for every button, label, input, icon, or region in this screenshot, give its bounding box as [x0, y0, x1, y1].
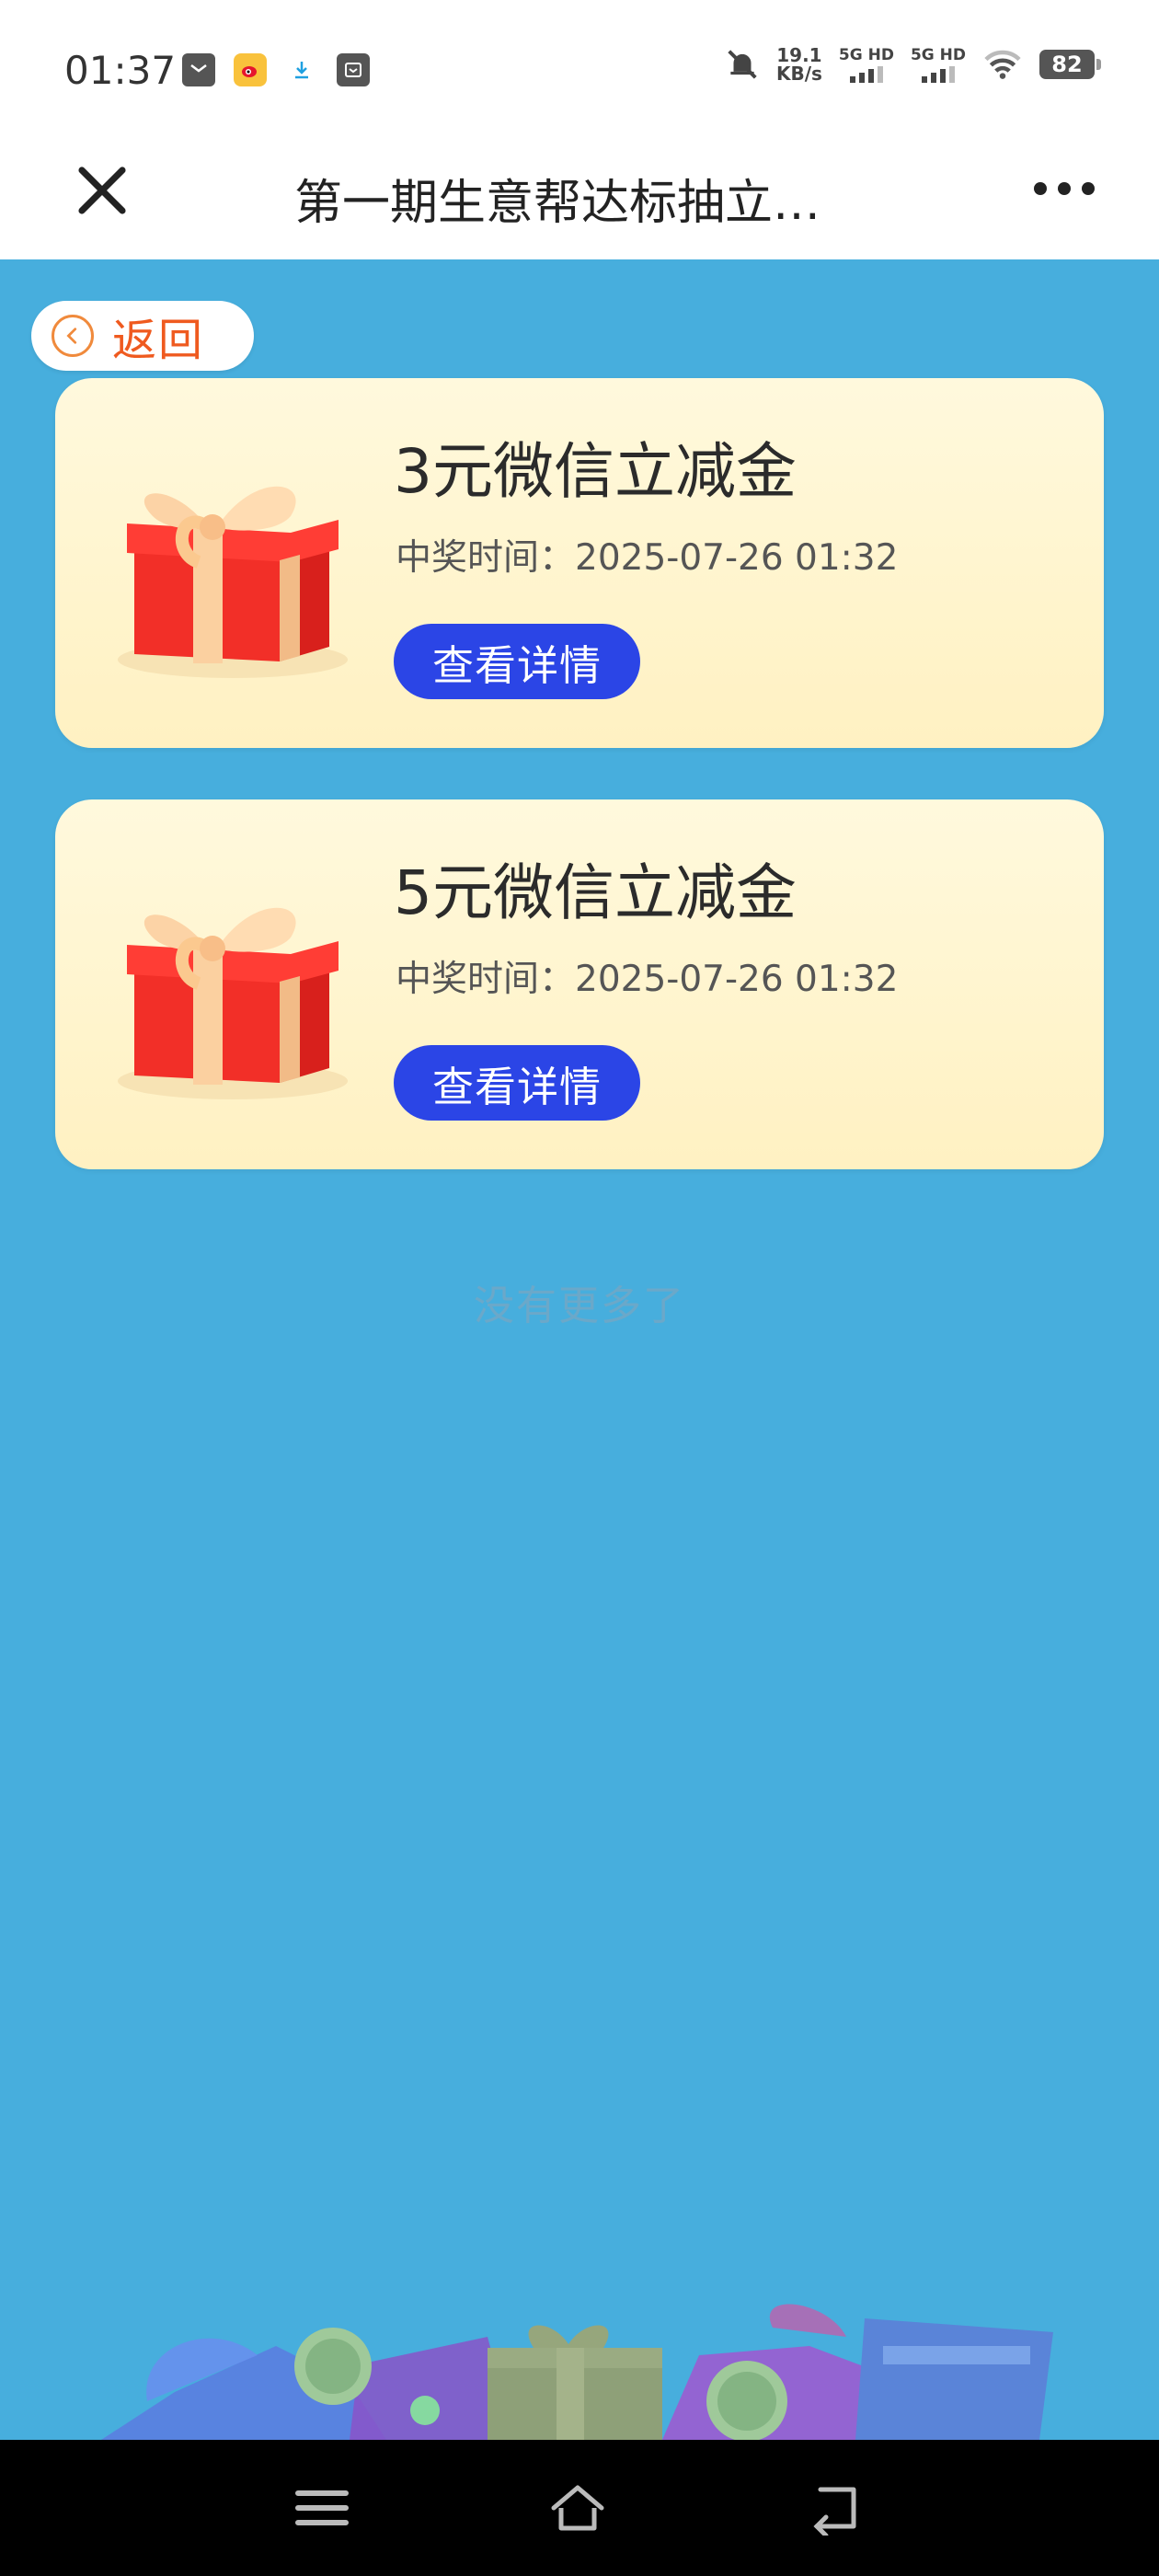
more-icon[interactable]	[1034, 175, 1095, 202]
page-title: 第一期生意帮达标抽立…	[294, 176, 821, 231]
prize-card: 5元微信立减金 中奖时间：2025-07-26 01:32 查看详情	[55, 799, 1104, 1169]
net-speed: 19.1 KB/s	[775, 44, 822, 85]
view-details-button[interactable]: 查看详情	[394, 624, 640, 699]
back-button[interactable]: 返回	[31, 301, 254, 371]
back-label: 返回	[112, 315, 205, 366]
battery-indicator: 82	[1039, 50, 1101, 79]
prize-title: 5元微信立减金	[394, 857, 797, 928]
prize-title: 3元微信立减金	[394, 436, 797, 507]
sim2-signal: 5G HD	[911, 46, 966, 83]
prize-time: 中奖时间：2025-07-26 01:32	[396, 959, 899, 1000]
signal-bars-icon	[849, 66, 883, 83]
no-more-text: 没有更多了	[474, 1282, 685, 1329]
gift-icon	[118, 486, 348, 678]
system-nav-bar	[0, 2440, 1159, 2576]
decoration-illustration	[101, 2304, 1053, 2440]
wifi-icon	[984, 50, 1021, 79]
prize-time: 中奖时间：2025-07-26 01:32	[396, 537, 899, 579]
home-icon[interactable]	[548, 2480, 607, 2536]
back-icon[interactable]	[808, 2480, 866, 2536]
close-icon[interactable]	[72, 160, 132, 221]
back-arrow-icon	[52, 315, 94, 357]
menu-icon[interactable]	[293, 2480, 351, 2536]
gift-icon	[118, 907, 348, 1099]
weibo-icon	[234, 53, 267, 86]
notification-icons	[182, 53, 370, 86]
message-icon	[182, 53, 215, 86]
nav-bar: 第一期生意帮达标抽立…	[0, 138, 1159, 259]
sim1-signal: 5G HD	[839, 46, 894, 83]
mute-bell-icon	[728, 50, 757, 79]
view-details-button[interactable]: 查看详情	[394, 1045, 640, 1121]
inbox-icon	[337, 53, 370, 86]
download-icon	[285, 53, 318, 86]
status-right: 19.1 KB/s 5G HD 5G HD 82	[725, 44, 1101, 85]
status-time: 01:37	[64, 48, 177, 93]
signal-bars-icon	[921, 66, 955, 83]
prize-card: 3元微信立减金 中奖时间：2025-07-26 01:32 查看详情	[55, 378, 1104, 748]
status-bar: 01:37 19.1 KB/s 5G HD 5G HD 82	[0, 0, 1159, 138]
